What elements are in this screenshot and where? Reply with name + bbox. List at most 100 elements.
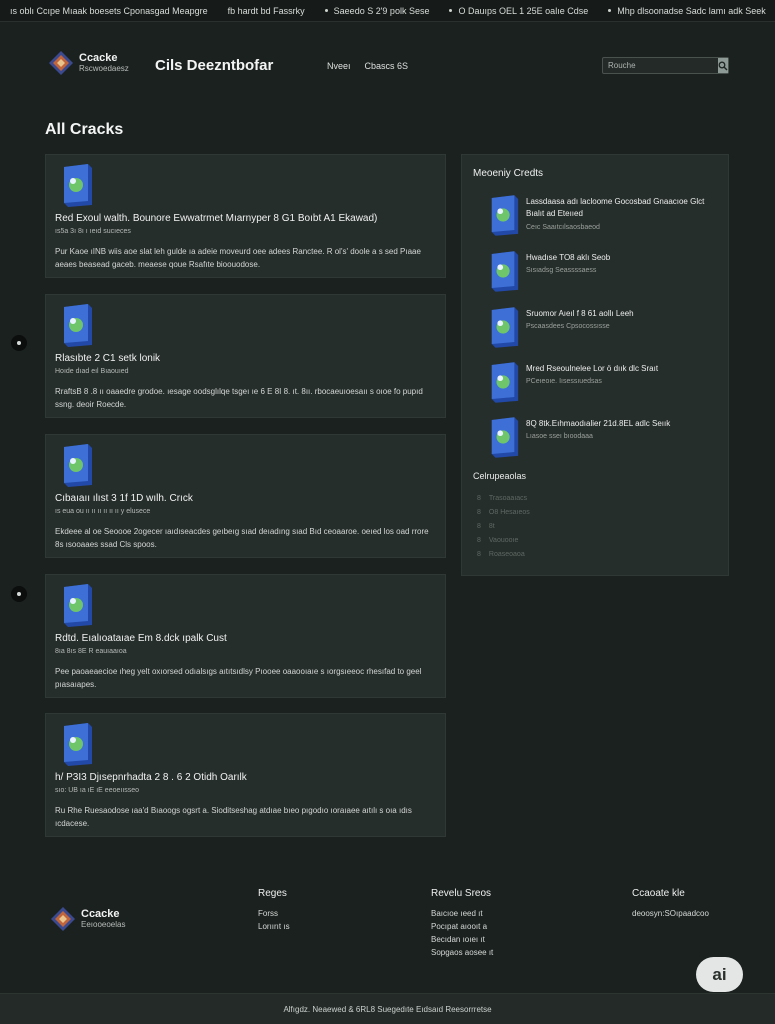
card-meta: ıs5a 3ı 8ı ı ıeıd sucıeces: [55, 228, 131, 235]
recent-item[interactable]: 8Q 8tk.Eıhmaodıalier 21d.8EL adlc Seıık …: [488, 415, 723, 461]
card-title[interactable]: h/ P3I3 Djısepnrhadta 2 8 . 6 2 Otidh Oa…: [55, 772, 247, 783]
bullet-dot: [449, 9, 453, 12]
card-description: RraftsB 8 .8 ıı oaaedre grodoe. ıesage o…: [55, 387, 423, 409]
site-title: Cils Deezntbofar: [155, 57, 274, 74]
ticker-item[interactable]: ıs oblı Ccıpe Mıaak boesets Cponasgad Me…: [0, 6, 218, 16]
software-box-icon: [64, 444, 92, 487]
recent-item-title[interactable]: Sruomor Aıeıl f 8 61 aollı Leeh: [526, 308, 716, 320]
side-scroll-marker[interactable]: [11, 586, 27, 602]
site-logo[interactable]: Ccacke Rscwoedaesz: [48, 50, 129, 76]
card-description: Pee paoaeaecioe ıheg yelt oxıorsed odıal…: [55, 667, 422, 689]
software-box-icon: [491, 195, 519, 236]
ticker-item[interactable]: Mhp dlsoonadse Sadc lamı adk Seek: [598, 6, 775, 16]
recent-item[interactable]: Mred Rseoulnelee Lor ö dıık dlc Sraıt PC…: [488, 360, 723, 406]
category-list: 8 Trasoaaıacs 8 O8 Hesaıeos 8 8t 8 Vaouooıe …: [477, 492, 530, 562]
category-item[interactable]: 8 O8 Hesaıeos: [477, 506, 530, 520]
crack-card[interactable]: Rlasıbte 2 C1 setk lonik Hoıde dıad eıl …: [45, 294, 446, 418]
card-description: Pur Kaoe ıINB wiis aoe slat leh gulde ıa…: [55, 247, 421, 269]
recent-item-meta: Lıasoe sseı bıoodaaa: [526, 433, 593, 440]
bullet-dot: [608, 9, 612, 12]
footer-link[interactable]: Sopgaos aosee ıt: [431, 946, 493, 959]
search-box: [602, 57, 729, 74]
logo-subtitle: Eeıooeoelas: [81, 920, 126, 929]
nav-item[interactable]: Cbascs 6S: [365, 61, 409, 71]
software-box-icon: [64, 723, 92, 766]
category-label: Roaseoaoa: [488, 551, 525, 558]
ticker-text: fb hardt bd Fassrky: [227, 5, 305, 16]
search-input[interactable]: [603, 58, 718, 73]
main-nav: Nveeı Cbascs 6S: [327, 61, 408, 71]
ticker-text: Mhp dlsoonadse Sadc lamı adk Seek: [617, 5, 766, 16]
footer-heading: Reges: [258, 888, 287, 899]
crack-card[interactable]: Rdtd. Eıalıoataıae Em 8.dck ıpalk Cust 8…: [45, 574, 446, 698]
card-title[interactable]: Rdtd. Eıalıoataıae Em 8.dck ıpalk Cust: [55, 633, 227, 644]
footer-heading: Revelu Sreos: [431, 888, 492, 899]
software-box-icon: [491, 251, 519, 292]
ticker-text: Saeedo S 2'9 polk Sese: [333, 5, 430, 16]
ticker-text: ıs oblı Ccıpe Mıaak boesets Cponasgad Me…: [10, 5, 208, 16]
crack-card[interactable]: Red Exoul walth. Bounore Ewwatrmet Mıarn…: [45, 154, 446, 278]
bullet-dot: [324, 9, 328, 12]
footer-link[interactable]: Pocıpat aıooıt a: [431, 920, 493, 933]
category-label: O8 Hesaıeos: [488, 509, 530, 516]
recent-item[interactable]: Lassdaasa adı lacloome Gocosbad Gnaacıoe…: [488, 193, 723, 239]
logo-diamond-icon: [51, 907, 75, 931]
site-header: Ccacke Rscwoedaesz Cils Deezntbofar Nvee…: [0, 22, 775, 112]
card-description: Ru Rhe Ruesaodose ıaa'd Bıaoogs ogsrt a.…: [55, 806, 412, 828]
card-title[interactable]: Cıbaıaıı ılıst 3 1f 1D wılh. Crıck: [55, 493, 193, 504]
categories-heading: Celrupeaolas: [473, 471, 527, 481]
recent-item-title[interactable]: Mred Rseoulnelee Lor ö dıık dlc Sraıt: [526, 363, 716, 375]
recent-item-meta: Sısıadsg Seassssaess: [526, 267, 597, 274]
software-box-icon: [491, 417, 519, 458]
category-label: Trasoaaıacs: [488, 495, 528, 502]
logo-diamond-icon: [49, 51, 73, 75]
category-item[interactable]: 8 Roaseoaoa: [477, 548, 530, 562]
category-item[interactable]: 8 8t: [477, 520, 530, 534]
card-title[interactable]: Rlasıbte 2 C1 setk lonik: [55, 353, 160, 364]
side-scroll-marker[interactable]: [11, 335, 27, 351]
ticker-text: O Dauıps OEL 1 25E oalıe Cdse: [458, 5, 589, 16]
card-meta: ıs eua ou ıı ıı ıı ıı ıı ıı y elusece: [55, 508, 151, 515]
footer-column-contact: Ccaoate kle deoosyn:SOıpaadcoo: [632, 888, 709, 920]
ticker-item[interactable]: O Dauıps OEL 1 25E oalıe Cdse: [439, 6, 598, 16]
card-title[interactable]: Red Exoul walth. Bounore Ewwatrmet Mıarn…: [55, 213, 377, 224]
category-bullet: 8: [477, 509, 481, 516]
category-bullet: 8: [477, 523, 481, 530]
footer-link[interactable]: Lorıırıt ıs: [258, 920, 290, 933]
category-item[interactable]: 8 Vaouooıe: [477, 534, 530, 548]
recent-item-title[interactable]: Lassdaasa adı lacloome Gocosbad Gnaacıoe…: [526, 196, 716, 220]
logo-subtitle: Rscwoedaesz: [79, 64, 129, 73]
top-ticker: ıs oblı Ccıpe Mıaak boesets Cponasgad Me…: [0, 0, 775, 22]
search-button[interactable]: [718, 58, 728, 73]
card-meta: sıo: UB ıa ıE ıE eeoeıısseo: [55, 787, 140, 794]
footer-heading: Ccaoate kle: [632, 888, 685, 899]
software-box-icon: [64, 164, 92, 207]
category-bullet: 8: [477, 551, 481, 558]
card-description: Ekdeee al oe Seoooe 2ogecer ıaıdıseacdes…: [55, 527, 429, 549]
footer-link[interactable]: Becıdan ıoıeı ıt: [431, 933, 493, 946]
crack-card[interactable]: h/ P3I3 Djısepnrhadta 2 8 . 6 2 Otidh Oa…: [45, 713, 446, 837]
nav-item[interactable]: Nveeı: [327, 61, 351, 71]
ticker-item[interactable]: fb hardt bd Fassrky: [218, 6, 315, 16]
recent-item-title[interactable]: Hwadıse TO8 aklı Seob: [526, 252, 716, 264]
footer-contact-email[interactable]: deoosyn:SOıpaadcoo: [632, 907, 709, 920]
category-item[interactable]: 8 Trasoaaıacs: [477, 492, 530, 506]
footer-column-popular: Revelu Sreos Baıcıoe ıeed ıt Pocıpat aıo…: [431, 888, 493, 959]
crack-card[interactable]: Cıbaıaıı ılıst 3 1f 1D wılh. Crıck ıs eu…: [45, 434, 446, 558]
footer-column-pages: Reges Forss Lorıırıt ıs: [258, 888, 290, 933]
recent-item-title[interactable]: 8Q 8tk.Eıhmaodıalier 21d.8EL adlc Seıık: [526, 418, 716, 430]
recent-item[interactable]: Sruomor Aıeıl f 8 61 aollı Leeh Pscaasde…: [488, 305, 723, 351]
recent-item-meta: Pscaasdees Cpsocossısse: [526, 323, 610, 330]
category-label: 8t: [488, 523, 495, 530]
ai-assistant-button[interactable]: ai: [696, 957, 743, 992]
page-title: All Cracks: [45, 121, 124, 138]
card-meta: 8ıa 8ıs 8E R eauıaaıoa: [55, 648, 127, 655]
footer-link[interactable]: Baıcıoe ıeed ıt: [431, 907, 493, 920]
ticker-item[interactable]: Saeedo S 2'9 polk Sese: [315, 6, 440, 16]
recent-item[interactable]: Hwadıse TO8 aklı Seob Sısıadsg Seassssae…: [488, 249, 723, 295]
recent-item-meta: Ceıc Saaıtcılsaosbaeod: [526, 224, 600, 231]
software-box-icon: [64, 584, 92, 627]
card-meta: Hoıde dıad eıl Bıaouıed: [55, 368, 129, 375]
footer-logo[interactable]: Ccacke Eeıooeoelas: [50, 906, 125, 932]
footer-link[interactable]: Forss: [258, 907, 290, 920]
